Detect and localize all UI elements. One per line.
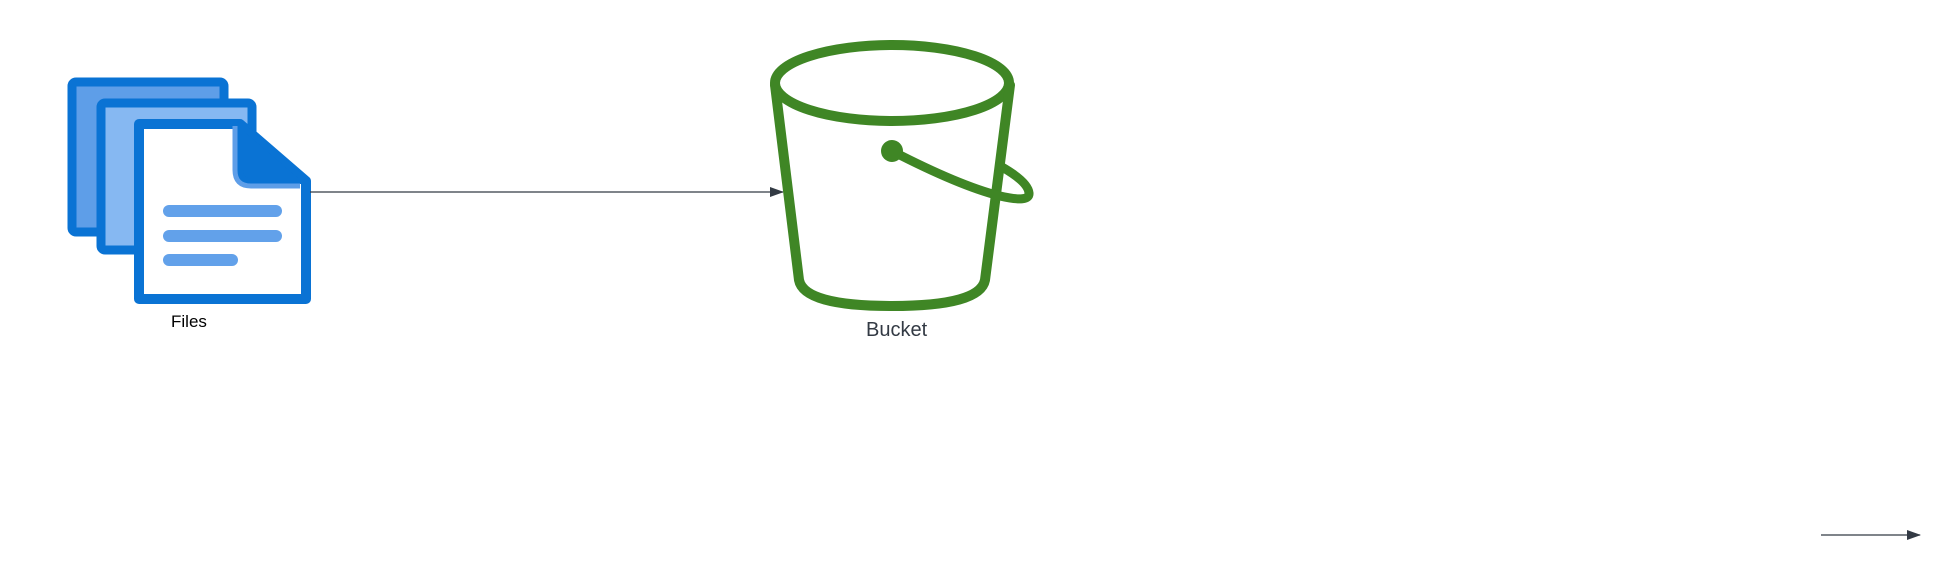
files-corner-fold (237, 121, 309, 184)
diagram-canvas (67, 40, 1921, 540)
files-icon[interactable] (67, 77, 311, 304)
bucket-handle-knob (881, 140, 903, 162)
files-text-line (163, 205, 282, 217)
bucket-icon[interactable] (770, 40, 1034, 311)
files-text-line (163, 230, 282, 242)
files-text-line (163, 254, 238, 266)
bucket-label: Bucket (866, 319, 928, 341)
files-label: Files (171, 312, 207, 331)
bucket-handle (887, 146, 1034, 204)
bucket-rim (770, 40, 1014, 126)
